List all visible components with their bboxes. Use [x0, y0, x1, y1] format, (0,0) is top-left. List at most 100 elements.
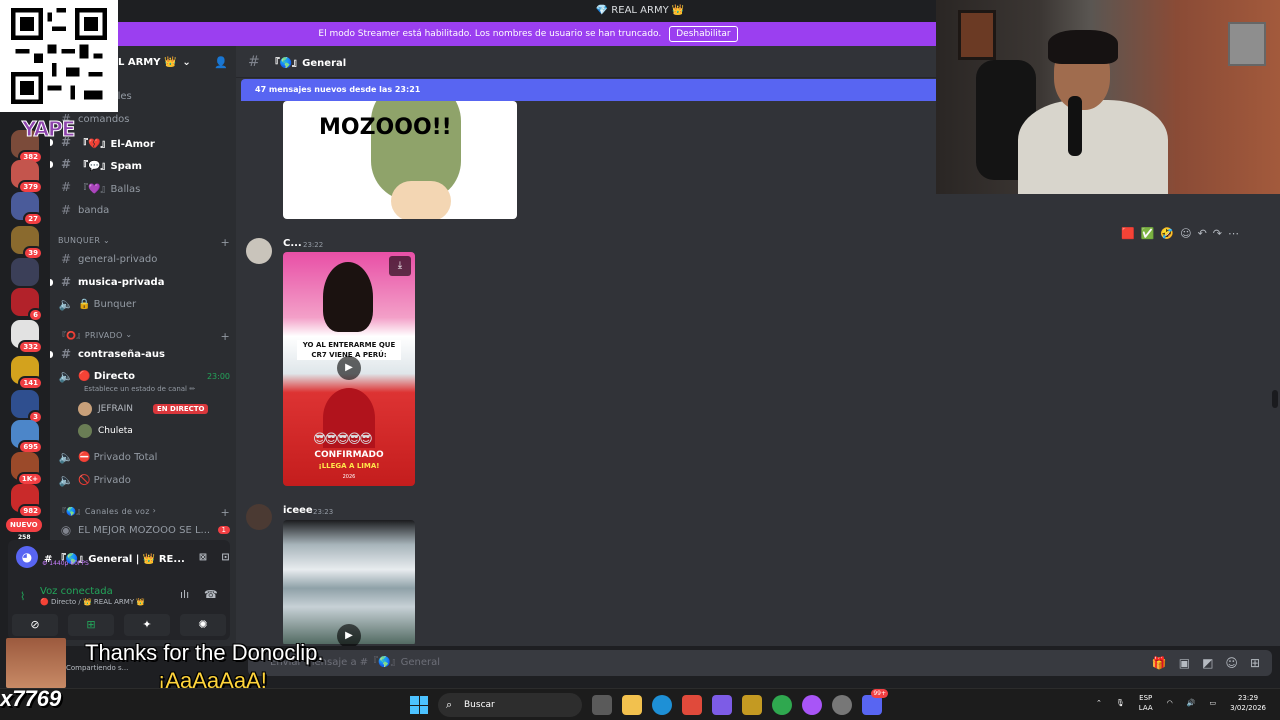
- video-attachment[interactable]: ▶: [283, 520, 415, 646]
- noise-suppression-icon[interactable]: ılı: [180, 588, 189, 601]
- windows-start-icon[interactable]: [410, 696, 428, 714]
- popout-icon[interactable]: ⊡: [221, 552, 229, 563]
- channel-status-prompt[interactable]: Establece un estado de canal ✏: [84, 385, 195, 393]
- video-attachment[interactable]: YO AL ENTERARME QUE CR7 VIENE A PERÚ: 😎😎…: [283, 252, 415, 486]
- mention-badge: 141: [18, 376, 43, 390]
- voice-channel-item[interactable]: ◉ EL MEJOR MOZOOO SE L... 1: [58, 520, 230, 540]
- new-messages-bar[interactable]: 47 mensajes nuevos desde las 23:21: [241, 79, 941, 101]
- server-icon[interactable]: 332: [11, 320, 43, 354]
- volume-icon[interactable]: 🔊: [1187, 699, 1196, 707]
- screen-share-icon[interactable]: ⊞: [68, 614, 114, 636]
- meme-year: 2026: [342, 474, 356, 480]
- avatar[interactable]: [246, 504, 272, 530]
- voice-channel-item[interactable]: 🔈 ⛔ Privado Total: [58, 447, 230, 467]
- webcam-overlay: [936, 0, 1280, 194]
- app-icon[interactable]: [742, 695, 762, 715]
- voice-channel-item[interactable]: 🔈 🔒 Bunquer: [58, 294, 230, 314]
- meme-confirm: CONFIRMADO: [314, 450, 384, 460]
- mention-badge: 332: [18, 340, 43, 354]
- gift-icon[interactable]: 🎁: [1152, 650, 1167, 676]
- composer-actions: 🎁 ▣ ◩ ☺ ⊞: [1152, 650, 1260, 676]
- file-explorer-icon[interactable]: [622, 695, 642, 715]
- channel-title: 『🌎』General: [269, 58, 347, 69]
- scrollbar-thumb[interactable]: [1272, 390, 1278, 408]
- server-icon[interactable]: 982: [11, 484, 43, 518]
- channel-item[interactable]: # general-privado: [58, 249, 230, 269]
- wall-poster: [958, 10, 996, 60]
- server-icon[interactable]: 6: [11, 288, 43, 322]
- clock[interactable]: 23:29 3/02/2026: [1230, 693, 1266, 713]
- apps-icon[interactable]: ⊞: [1250, 650, 1260, 676]
- chat-message: C... 23:22 YO AL ENTERARME QUE CR7 VIENE…: [236, 232, 1280, 492]
- discord-taskbar-icon[interactable]: 99+: [862, 689, 888, 715]
- system-tray: ⌃ 🎙 ESP LAA ◠ 🔊 ▭ 23:29 3/02/2026: [1096, 693, 1266, 713]
- message-author[interactable]: C...: [283, 238, 302, 249]
- disconnect-icon[interactable]: ☎: [204, 588, 218, 601]
- server-icon[interactable]: 27: [11, 192, 43, 226]
- voice-channel-item[interactable]: 🔈 🚫 Privado: [58, 470, 230, 490]
- yape-label: YAPE: [21, 117, 75, 142]
- new-servers-badge[interactable]: NUEVO: [6, 518, 42, 532]
- server-icon[interactable]: [11, 258, 39, 286]
- disable-streamer-button[interactable]: Deshabilitar: [669, 26, 738, 42]
- invite-icon[interactable]: 👤: [214, 56, 228, 69]
- stop-stream-icon[interactable]: ⊠: [199, 552, 207, 563]
- sticker-icon[interactable]: ◩: [1202, 650, 1213, 676]
- activities-icon[interactable]: ✦: [124, 614, 170, 636]
- wifi-icon[interactable]: ◠: [1167, 699, 1173, 707]
- server-icon[interactable]: 1K+: [11, 452, 43, 486]
- copilot-icon[interactable]: [712, 695, 732, 715]
- cartoon-legs: [391, 181, 451, 219]
- voice-user[interactable]: Chuleta: [78, 424, 133, 438]
- language-indicator[interactable]: ESP LAA: [1139, 693, 1153, 713]
- play-icon[interactable]: ▶: [337, 356, 361, 380]
- channel-item[interactable]: # 『💜』Ballas: [58, 177, 230, 197]
- download-icon[interactable]: ⤓: [389, 256, 411, 276]
- speaker-icon: 🔈: [58, 297, 74, 311]
- soundboard-icon[interactable]: ✺: [180, 614, 226, 636]
- task-view-icon[interactable]: [592, 695, 612, 715]
- message-author[interactable]: iceee: [283, 505, 313, 516]
- stage-icon: ◉: [60, 523, 72, 537]
- taskbar-search[interactable]: ⌕ Buscar: [438, 693, 582, 717]
- channel-item[interactable]: # contraseña-aus: [50, 344, 230, 364]
- gif-icon[interactable]: ▣: [1179, 650, 1190, 676]
- store-icon[interactable]: [682, 695, 702, 715]
- obs-icon[interactable]: [832, 695, 852, 715]
- mic-icon[interactable]: 🎙: [1116, 699, 1125, 707]
- donation-code: x7769: [0, 686, 62, 711]
- voice-connected-status[interactable]: Voz conectada: [40, 586, 113, 597]
- chevron-up-icon[interactable]: ⌃: [1096, 699, 1102, 707]
- server-icon[interactable]: 379: [11, 160, 43, 194]
- channel-item[interactable]: # musica-privada: [50, 272, 230, 292]
- category-voz[interactable]: 『🌎』Canales de voz › +: [58, 506, 230, 519]
- battery-icon[interactable]: ▭: [1209, 699, 1216, 707]
- voice-channel-directo[interactable]: 🔈 🔴 Directo 23:00: [58, 366, 230, 386]
- microphone: [1068, 96, 1082, 156]
- chat-image[interactable]: MOZOOO!!: [283, 101, 517, 219]
- edge-icon[interactable]: [652, 695, 672, 715]
- message-input[interactable]: Enviar mensaje a #『🌎』General 🎁 ▣ ◩ ☺ ⊞: [248, 650, 1272, 676]
- server-icon[interactable]: 141: [11, 356, 43, 390]
- server-icon[interactable]: 695: [11, 420, 43, 454]
- voice-timer: 23:00: [206, 371, 230, 381]
- chrome-icon[interactable]: [772, 695, 792, 715]
- add-channel-icon[interactable]: +: [220, 506, 230, 519]
- category-privado[interactable]: 『⭕』PRIVADO ⌄ +: [58, 330, 230, 343]
- camera-off-icon[interactable]: ⊘: [12, 614, 58, 636]
- channel-item[interactable]: # 『💔』El-Amor: [50, 132, 230, 152]
- add-channel-icon[interactable]: +: [220, 236, 230, 249]
- server-icon[interactable]: 3: [11, 390, 43, 424]
- channel-item[interactable]: # comandos: [58, 109, 230, 129]
- avatar[interactable]: [246, 238, 272, 264]
- play-icon[interactable]: ▶: [337, 624, 361, 646]
- voice-user[interactable]: JEFRAIN EN DIRECTO: [78, 402, 209, 416]
- channel-item[interactable]: # 『💬』Spam: [50, 154, 230, 174]
- chrome-profile-icon[interactable]: [802, 695, 822, 715]
- streamer-mode-banner: El modo Streamer está habilitado. Los no…: [118, 22, 938, 46]
- category-bunquer[interactable]: BUNQUER ⌄ +: [58, 236, 230, 249]
- emoji-icon[interactable]: ☺: [1225, 650, 1238, 676]
- channel-item[interactable]: # banda: [58, 200, 230, 220]
- server-icon[interactable]: 39: [11, 226, 43, 260]
- add-channel-icon[interactable]: +: [220, 330, 230, 343]
